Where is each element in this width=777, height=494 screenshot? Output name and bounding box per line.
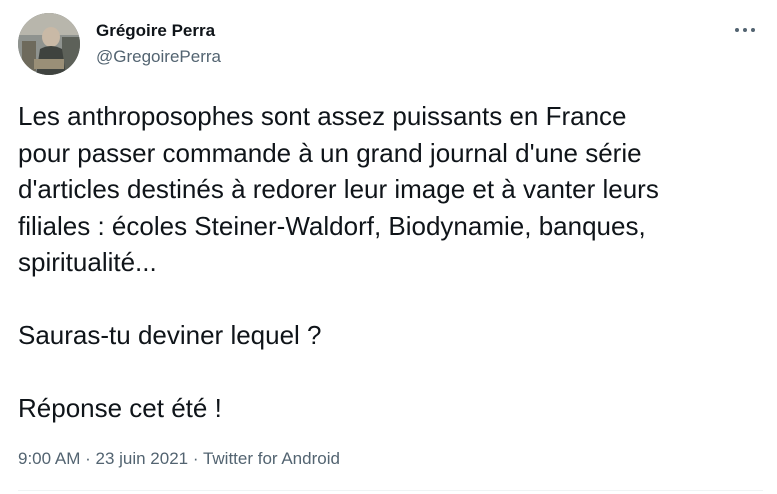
tweet-date-link[interactable]: 23 juin 2021 — [95, 449, 188, 468]
tweet-card: Grégoire Perra @GregoirePerra Les anthro… — [0, 0, 777, 494]
meta-separator: · — [80, 449, 96, 468]
author-avatar[interactable] — [18, 13, 80, 75]
tweet-paragraph-3: Réponse cet été ! — [18, 393, 222, 423]
profile-photo-icon — [18, 13, 80, 75]
divider — [18, 490, 763, 491]
meta-separator: · — [188, 449, 203, 468]
tweet-metadata: 9:00 AM · 23 juin 2021 · Twitter for And… — [18, 449, 340, 469]
tweet-paragraph-2: Sauras-tu deviner lequel ? — [18, 320, 322, 350]
more-horizontal-icon — [735, 28, 755, 32]
author-handle[interactable]: @GregoirePerra — [96, 47, 221, 67]
tweet-time-link[interactable]: 9:00 AM — [18, 449, 80, 468]
tweet-paragraph-1: Les anthroposophes sont assez puissants … — [18, 101, 659, 277]
more-options-button[interactable] — [728, 18, 762, 42]
tweet-source-link[interactable]: Twitter for Android — [203, 449, 340, 468]
author-name[interactable]: Grégoire Perra — [96, 21, 215, 41]
tweet-text: Les anthroposophes sont assez puissants … — [18, 98, 763, 427]
